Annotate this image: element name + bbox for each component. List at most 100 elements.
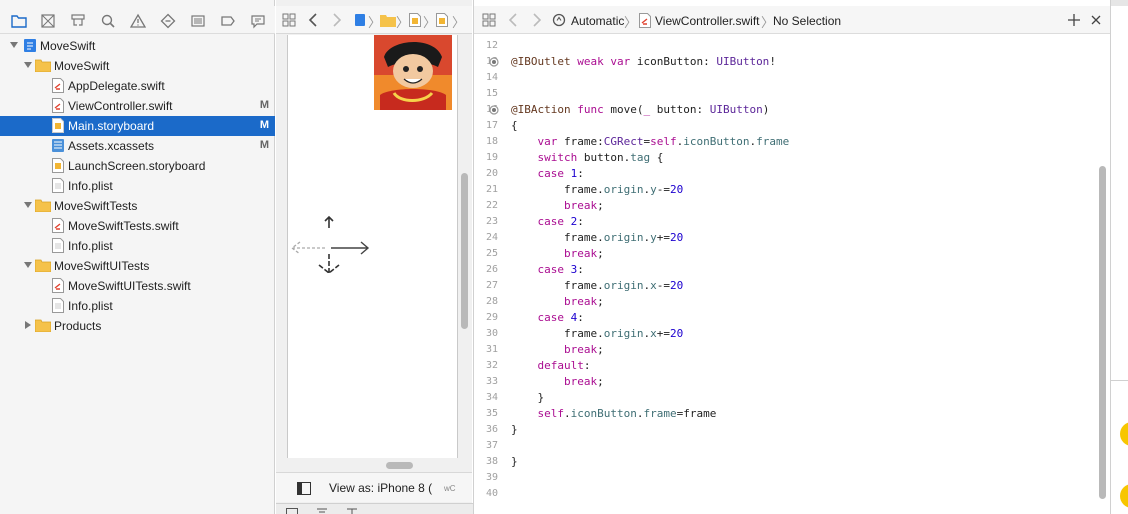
tree-row-file[interactable]: AppDelegate.swift [0,76,275,96]
code-text: case 3: [537,263,584,276]
line-number: 28 [485,296,498,307]
folder-crumb-icon[interactable] [380,14,396,27]
code-text: frame.origin.y+=20 [511,231,684,244]
embed-icon[interactable] [286,508,298,514]
disclosure-open-icon[interactable] [23,200,33,210]
forward-arrow-icon[interactable] [532,13,542,27]
tree-row-file[interactable]: Info.plist [0,236,275,256]
swift-file-icon [52,218,64,233]
tree-row-file[interactable]: MoveSwiftUITests.swift [0,276,275,296]
line-number: 32 [485,360,498,371]
issue-navigator-icon[interactable] [130,13,146,29]
forward-arrow-icon[interactable] [332,13,342,27]
disclosure-open-icon[interactable] [23,60,33,70]
tree-row-group[interactable]: Products [0,316,275,336]
down-arrow-button[interactable] [313,253,345,275]
view-controller-scene[interactable] [287,35,458,458]
storyboard-crumb-icon[interactable] [409,13,421,27]
code-line: 25 break; [474,246,1094,262]
tree-row-file[interactable]: Info.plist [0,296,275,316]
code-line: 31 break; [474,342,1094,358]
line-number: 21 [485,184,498,195]
canvas-vertical-scrollbar[interactable] [461,173,468,329]
tree-row-file[interactable]: Info.plist [0,176,275,196]
folder-navigator-icon[interactable] [11,13,27,29]
add-editor-icon[interactable] [1068,14,1080,26]
tree-row-group[interactable]: MoveSwift [0,56,275,76]
related-items-icon[interactable] [282,13,296,27]
plist-file-icon [52,298,64,313]
code-text: case 1: [537,167,584,180]
source-control-icon[interactable] [40,13,56,29]
code-text: case 4: [537,311,584,324]
view-as-device-label[interactable]: View as: iPhone 8 ( [329,481,432,495]
folder-icon [35,199,51,212]
jump-bar-selection[interactable]: No Selection [773,14,841,28]
code-editor-area[interactable]: 12 13@IBOutlet weak var iconButton: UIBu… [474,36,1111,504]
line-number: 40 [485,488,498,499]
folder-icon [35,59,51,72]
code-line: 23 case 2: [474,214,1094,230]
tree-row-group[interactable]: MoveSwiftTests [0,196,275,216]
jump-bar-file[interactable]: ViewController.swift [655,14,759,28]
tree-row-file[interactable]: LaunchScreen.storyboard [0,156,275,176]
tree-row-group[interactable]: MoveSwiftUITests [0,256,275,276]
test-navigator-icon[interactable] [160,13,176,29]
plist-file-icon [52,178,64,193]
up-arrow-button[interactable] [323,215,335,229]
action-connection-icon[interactable] [489,105,499,115]
line-number: 29 [485,312,498,323]
project-crumb-icon[interactable] [354,13,366,27]
code-line: 38} [474,454,1094,470]
related-items-icon[interactable] [482,13,496,27]
back-arrow-icon[interactable] [308,13,318,27]
code-text: break; [563,247,604,260]
crumb-separator-icon: 〉 [396,15,410,30]
code-line: 30 frame.origin.x+=20 [474,326,1094,342]
document-outline-toggle-icon[interactable] [297,482,311,495]
code-line: 28 break; [474,294,1094,310]
tree-label: Info.plist [68,299,113,313]
storyboard-file-icon [52,158,64,173]
tree-row-file[interactable]: Assets.xcassets M [0,136,275,156]
outlet-connection-icon[interactable] [489,57,499,67]
canvas-horizontal-scrollbar[interactable] [386,462,413,469]
library-item-icon[interactable] [1120,484,1128,508]
back-arrow-icon[interactable] [508,13,518,27]
breakpoint-navigator-icon[interactable] [220,13,236,29]
automatic-assistant-icon[interactable] [552,13,566,27]
line-number: 18 [485,136,498,147]
code-line: 33 break; [474,374,1094,390]
pin-icon[interactable] [346,508,358,514]
tree-row-project[interactable]: MoveSwift [0,36,275,56]
disclosure-open-icon[interactable] [23,260,33,270]
symbol-navigator-icon[interactable] [70,13,86,29]
editor-vertical-scrollbar[interactable] [1099,166,1106,499]
title-bar-strip [1111,0,1128,6]
avatar-image-view[interactable] [374,35,452,110]
report-navigator-icon[interactable] [250,13,266,29]
assistant-mode-label[interactable]: Automatic [571,14,624,28]
project-navigator: MoveSwift MoveSwift AppDelegate.swift Vi… [0,0,275,514]
tree-label: Assets.xcassets [68,139,155,153]
align-icon[interactable] [316,508,328,514]
disclosure-closed-icon[interactable] [23,320,33,330]
code-line: 37 [474,438,1094,454]
tree-label: Products [54,319,102,333]
tree-row-file[interactable]: MoveSwiftTests.swift [0,216,275,236]
library-item-icon[interactable] [1120,422,1128,446]
code-line: 15 [474,86,1094,102]
tree-row-file-selected[interactable]: Main.storyboard M [0,116,275,136]
code-line: 29 case 4: [474,310,1094,326]
close-editor-icon[interactable] [1091,15,1101,25]
disclosure-open-icon[interactable] [9,40,19,50]
debug-navigator-icon[interactable] [190,13,206,29]
divider [1111,380,1128,381]
scene-crumb-icon[interactable] [436,13,448,27]
tree-row-file[interactable]: ViewController.swift M [0,96,275,116]
line-number: 36 [485,424,498,435]
find-navigator-icon[interactable] [100,13,116,29]
canvas-jump-bar: 〉 〉 〉 〉 [276,6,472,34]
line-number: 27 [485,280,498,291]
code-text: frame.origin.y-=20 [511,183,684,196]
